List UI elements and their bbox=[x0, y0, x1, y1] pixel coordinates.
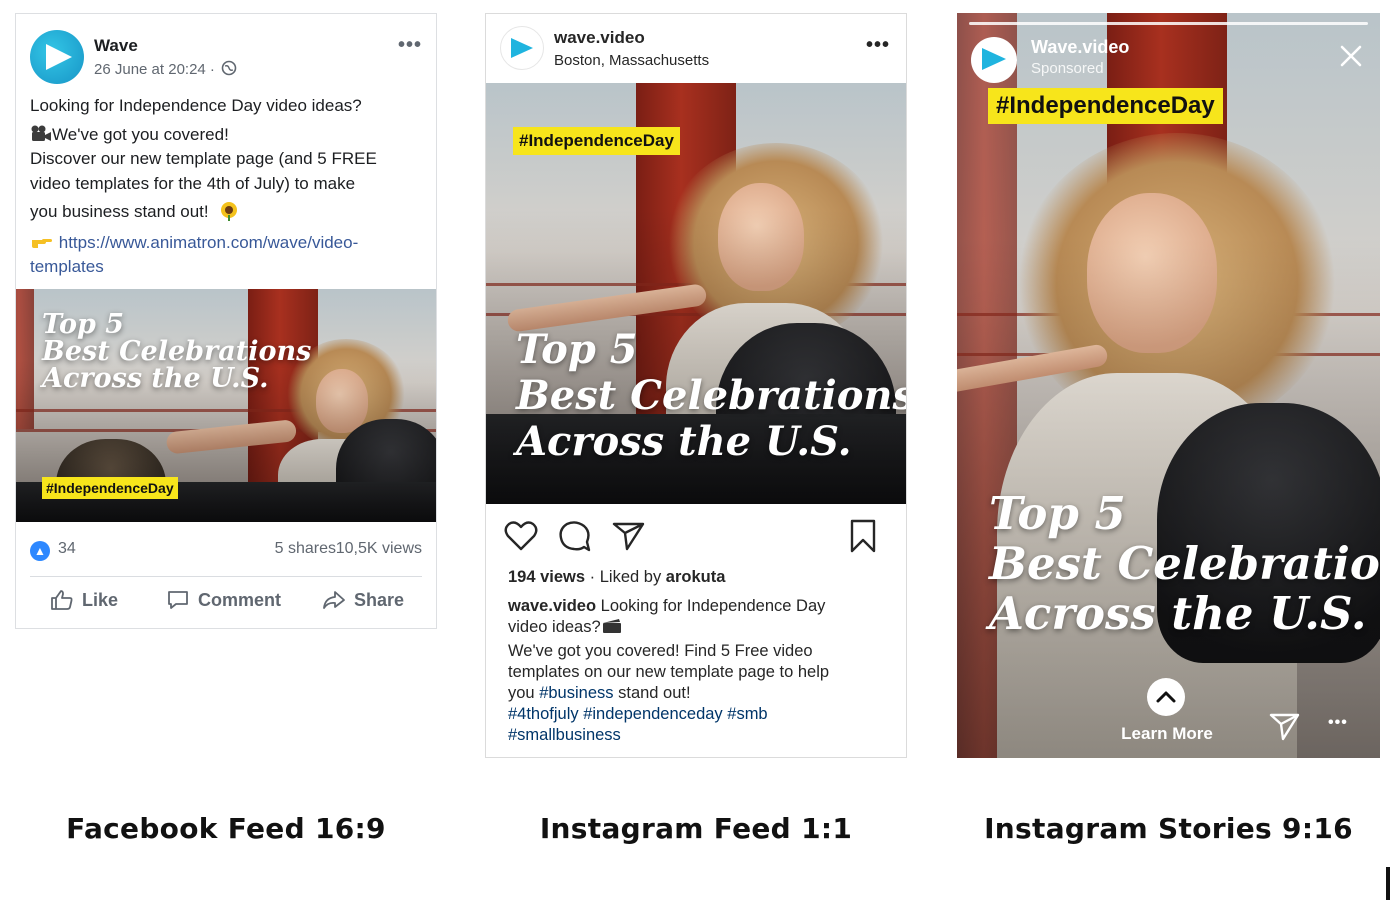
hashtag-banner: #IndependenceDay bbox=[988, 88, 1223, 124]
paper-plane-icon[interactable] bbox=[612, 520, 646, 552]
instagram-feed-card: wave.video Boston, Massachusetts ••• #In… bbox=[485, 13, 907, 758]
text-cursor bbox=[1386, 867, 1390, 900]
post-line: Looking for Independence Day video ideas… bbox=[30, 96, 362, 115]
more-dots-icon[interactable]: ••• bbox=[398, 34, 422, 57]
ig-location[interactable]: Boston, Massachusetts bbox=[554, 52, 709, 69]
close-icon[interactable] bbox=[1338, 43, 1364, 69]
promo-title: Top 5 Best Celebrations Across the U.S. bbox=[516, 326, 906, 465]
instagram-stories-format-label: Instagram Stories 9:16 bbox=[984, 812, 1353, 845]
more-dots-icon[interactable]: ••• bbox=[1328, 714, 1348, 732]
sponsored-label: Sponsored bbox=[1031, 60, 1104, 77]
post-link[interactable]: https://www.animatron.com/wave/video- bbox=[30, 231, 425, 256]
sunflower-icon bbox=[219, 201, 239, 221]
ig-caption-user[interactable]: wave.video bbox=[508, 597, 596, 615]
thumbs-up-icon: ▲ bbox=[30, 541, 50, 561]
chevron-up-icon[interactable] bbox=[1147, 678, 1185, 716]
film-icon bbox=[601, 618, 623, 634]
post-line: video templates for the 4th of July) to … bbox=[30, 173, 356, 193]
ig-views[interactable]: 194 views bbox=[508, 568, 585, 586]
shares-count[interactable]: 5 shares bbox=[275, 540, 336, 558]
promo-title: Top 5 Best Celebrations Across the U.S. bbox=[42, 309, 312, 394]
post-actions: Like Comment Share bbox=[30, 588, 422, 618]
share-button[interactable]: Share bbox=[322, 588, 404, 612]
post-line: Discover our new template page (and 5 FR… bbox=[30, 149, 377, 168]
reactions-count[interactable]: 34 bbox=[58, 540, 76, 558]
post-stats: ▲ 34 5 shares 10,5K views bbox=[30, 539, 422, 563]
ig-likes-line: 194 views · Liked by arokuta bbox=[508, 568, 726, 586]
ig-action-bar bbox=[504, 516, 894, 556]
ig-post-media[interactable]: #IndependenceDay Top 5 Best Celebrations… bbox=[486, 83, 906, 504]
ig-caption: 194 views · Liked by arokuta wave.video … bbox=[508, 567, 888, 746]
wave-logo-icon[interactable] bbox=[30, 30, 84, 84]
share-arrow-icon bbox=[323, 591, 345, 609]
ig-liked-by-user[interactable]: arokuta bbox=[666, 568, 726, 586]
thumbs-up-icon bbox=[51, 590, 73, 610]
like-button[interactable]: Like bbox=[50, 588, 118, 612]
page-name[interactable]: Wave bbox=[94, 36, 138, 56]
post-media[interactable]: Top 5 Best Celebrations Across the U.S. … bbox=[16, 289, 436, 522]
paper-plane-icon[interactable] bbox=[1269, 712, 1301, 742]
speech-bubble-icon[interactable] bbox=[558, 520, 592, 554]
film-icon bbox=[30, 125, 52, 142]
ig-username[interactable]: wave.video bbox=[554, 28, 645, 48]
post-line-5: you business stand out! bbox=[30, 200, 425, 225]
globe-icon bbox=[221, 60, 237, 76]
comment-button[interactable]: Comment bbox=[166, 588, 281, 612]
hashtag-banner: #IndependenceDay bbox=[42, 477, 178, 499]
views-count: 10,5K views bbox=[335, 540, 422, 557]
wave-logo-icon[interactable] bbox=[971, 37, 1017, 83]
wave-logo-icon[interactable] bbox=[500, 26, 544, 70]
heart-icon[interactable] bbox=[504, 520, 538, 552]
divider bbox=[30, 576, 422, 577]
hashtag-link[interactable]: #business bbox=[539, 684, 613, 702]
more-dots-icon[interactable]: ••• bbox=[866, 34, 890, 57]
learn-more-button[interactable]: Learn More bbox=[1117, 724, 1217, 744]
post-text: Looking for Independence Day video ideas… bbox=[30, 94, 425, 280]
story-media[interactable] bbox=[957, 13, 1380, 758]
pointing-hand-icon bbox=[30, 233, 54, 249]
instagram-story-card: Wave.video Sponsored #IndependenceDay To… bbox=[957, 13, 1380, 758]
story-footer: Learn More ••• bbox=[957, 668, 1380, 758]
hashtag-links[interactable]: #4thofjuly #independenceday #smb bbox=[508, 704, 888, 725]
facebook-format-label: Facebook Feed 16:9 bbox=[66, 812, 386, 845]
post-line-2: We've got you covered! bbox=[30, 123, 425, 148]
promo-title: Top 5 Best Celebrations Across the U.S. bbox=[989, 487, 1380, 640]
comment-icon bbox=[168, 591, 188, 609]
post-meta: 26 June at 20:24 · bbox=[94, 60, 237, 78]
hashtag-link[interactable]: #smallbusiness bbox=[508, 725, 888, 746]
post-timestamp: 26 June at 20:24 · bbox=[94, 61, 215, 78]
facebook-feed-card: Wave 26 June at 20:24 · ••• Looking for … bbox=[15, 13, 437, 629]
hashtag-banner: #IndependenceDay bbox=[513, 127, 680, 155]
story-username[interactable]: Wave.video bbox=[1031, 37, 1129, 58]
instagram-feed-format-label: Instagram Feed 1:1 bbox=[539, 812, 853, 845]
bookmark-icon[interactable] bbox=[848, 518, 878, 554]
story-progress-bar bbox=[969, 22, 1368, 25]
post-link-cont[interactable]: templates bbox=[30, 255, 425, 280]
